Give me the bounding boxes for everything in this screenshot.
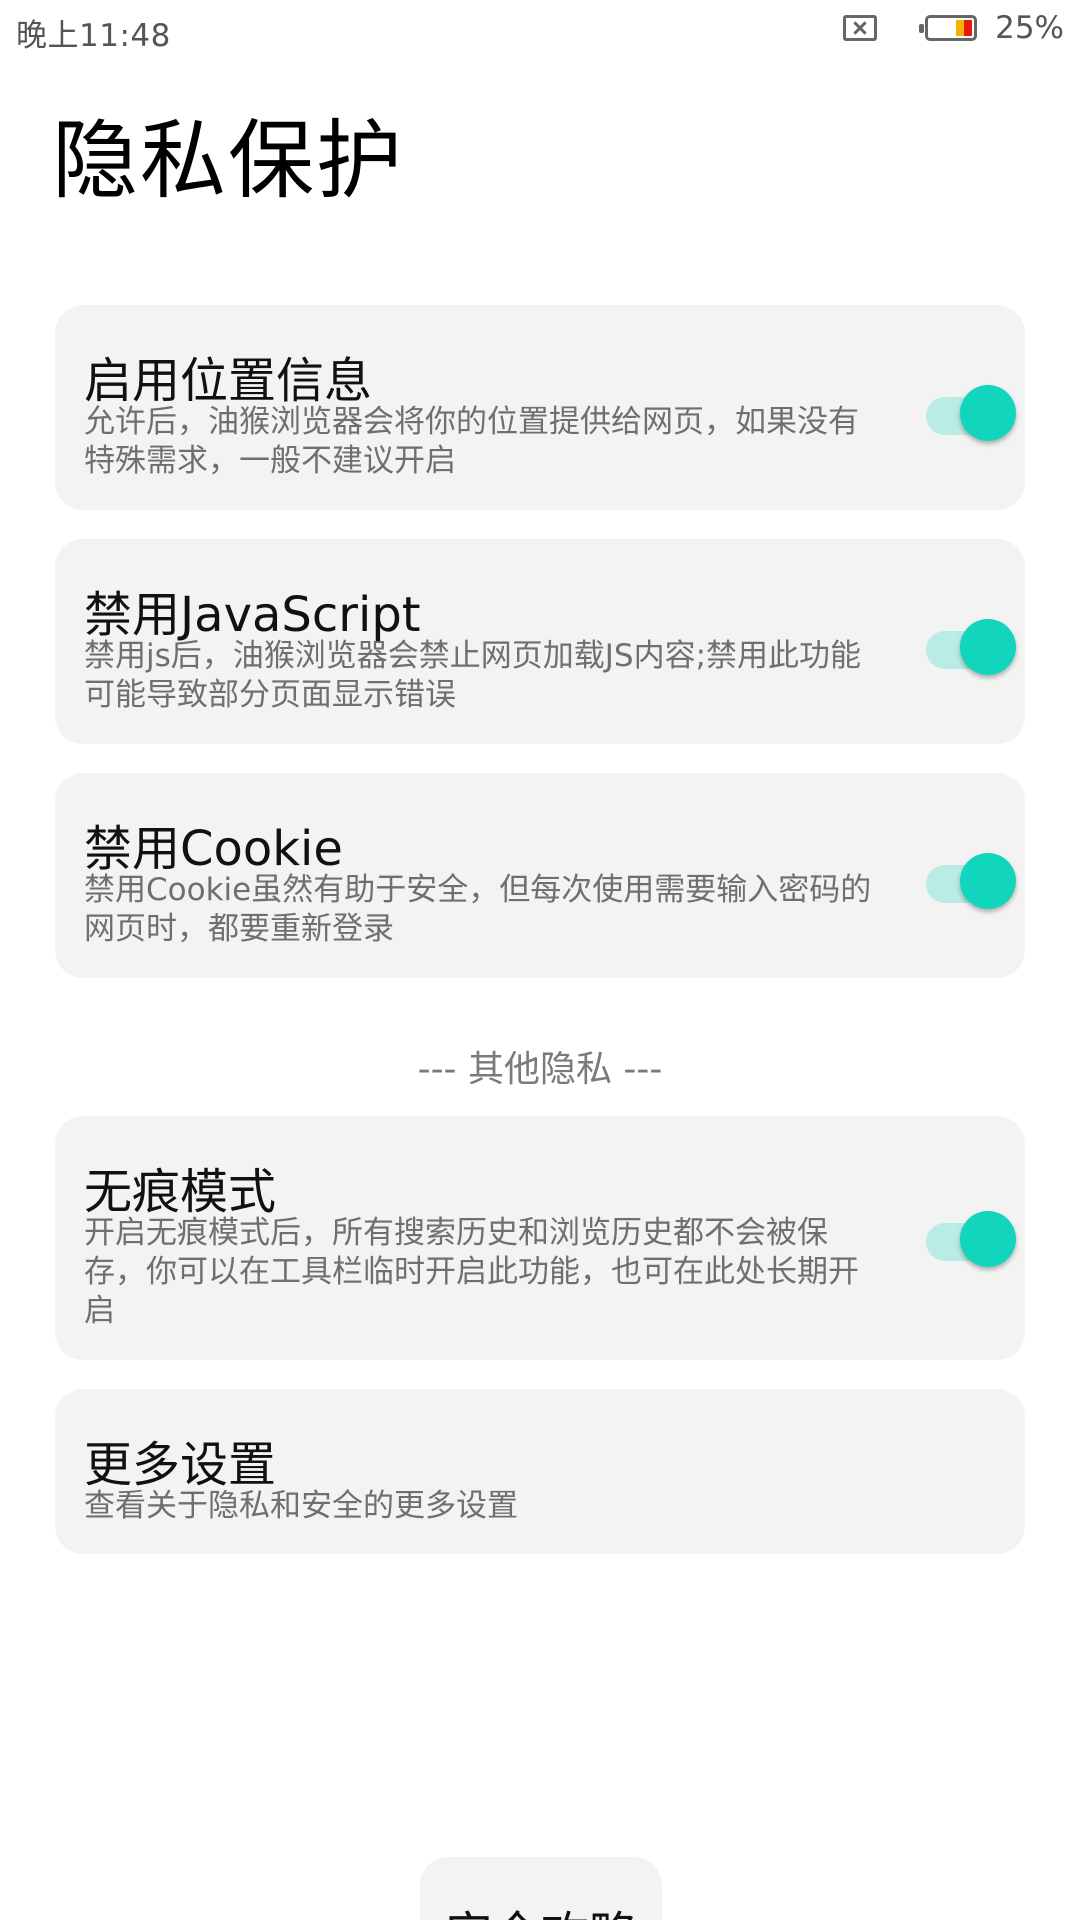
setting-card-javascript[interactable]: 禁用JavaScript 禁用js后，油猴浏览器会禁止网页加载JS内容;禁用此功…	[55, 539, 1025, 744]
setting-description-javascript: 禁用js后，油猴浏览器会禁止网页加载JS内容;禁用此功能可能导致部分页面显示错误	[84, 638, 862, 713]
page-title: 隐私保护	[52, 111, 404, 211]
javascript-toggle[interactable]	[926, 613, 1016, 675]
toggle-knob	[960, 619, 1016, 675]
setting-title-javascript: 禁用JavaScript	[84, 587, 421, 643]
setting-card-location[interactable]: 启用位置信息 允许后，油猴浏览器会将你的位置提供给网页，如果没有特殊需求，一般不…	[55, 305, 1025, 510]
security-guide-button[interactable]: 安全攻略	[420, 1857, 662, 1920]
setting-description-incognito: 开启无痕模式后，所有搜索历史和浏览历史都不会被保存，你可以在工具栏临时开启此功能…	[84, 1215, 859, 1329]
location-toggle[interactable]	[926, 379, 1016, 441]
more-settings-title: 更多设置	[84, 1437, 277, 1493]
incognito-toggle[interactable]	[926, 1205, 1016, 1267]
battery-level-fill	[956, 20, 973, 36]
security-guide-label: 安全攻略	[420, 1895, 662, 1920]
no-sim-icon	[843, 15, 878, 41]
status-time: 晚上11:48	[16, 18, 171, 54]
setting-title-cookie: 禁用Cookie	[84, 821, 343, 877]
setting-title-location: 启用位置信息	[84, 353, 373, 409]
toggle-knob	[960, 1211, 1016, 1267]
battery-percent: 25%	[995, 10, 1064, 46]
cookie-toggle[interactable]	[926, 847, 1016, 909]
status-bar: 晚上11:48 25%	[0, 0, 1080, 58]
toggle-knob	[960, 385, 1016, 441]
setting-card-incognito[interactable]: 无痕模式 开启无痕模式后，所有搜索历史和浏览历史都不会被保存，你可以在工具栏临时…	[55, 1116, 1025, 1360]
setting-description-location: 允许后，油猴浏览器会将你的位置提供给网页，如果没有特殊需求，一般不建议开启	[84, 404, 859, 479]
setting-description-cookie: 禁用Cookie虽然有助于安全，但每次使用需要输入密码的网页时，都要重新登录	[84, 872, 872, 947]
more-settings-description: 查看关于隐私和安全的更多设置	[84, 1488, 518, 1524]
privacy-protection-screen: 晚上11:48 25% 隐私保护 启用位置信息 允许后，油猴浏览器会将你的位置提…	[0, 0, 1080, 1920]
setting-card-cookie[interactable]: 禁用Cookie 禁用Cookie虽然有助于安全，但每次使用需要输入密码的网页时…	[55, 773, 1025, 978]
more-settings-card[interactable]: 更多设置 查看关于隐私和安全的更多设置	[55, 1389, 1025, 1554]
toggle-knob	[960, 853, 1016, 909]
battery-icon	[919, 15, 978, 41]
setting-title-incognito: 无痕模式	[84, 1164, 277, 1220]
section-divider-other-privacy: --- 其他隐私 ---	[417, 1049, 663, 1090]
status-right: 25%	[843, 8, 1064, 48]
